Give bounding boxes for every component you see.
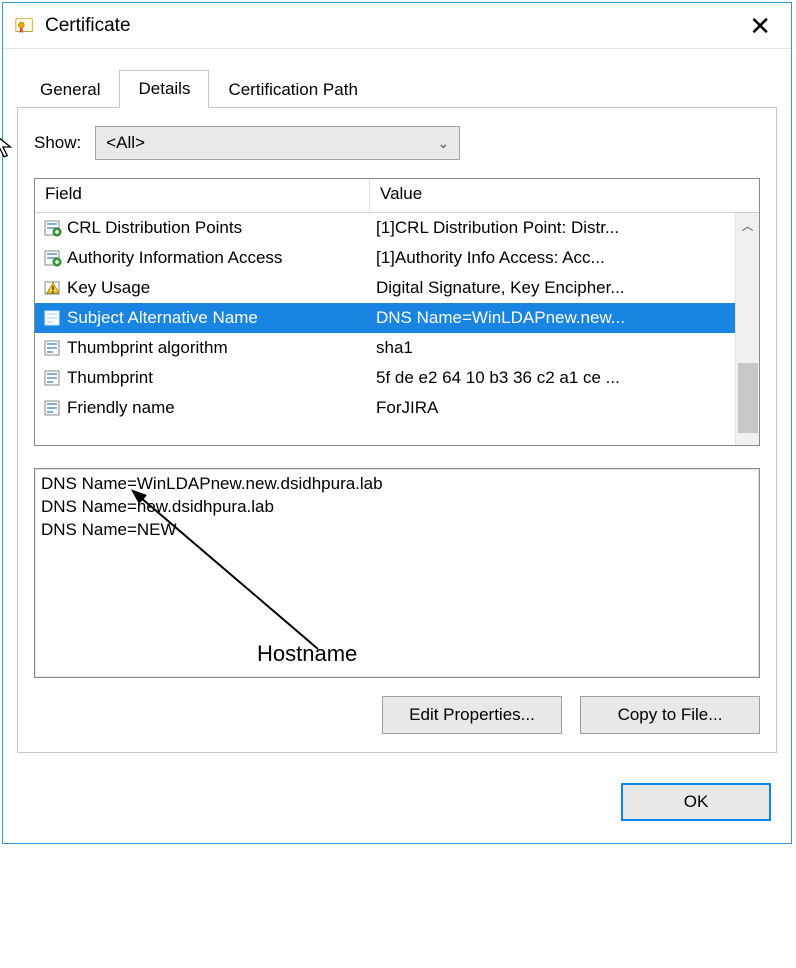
field-name: Thumbprint [67,368,370,388]
field-icon [39,399,67,417]
tab-strip: General Details Certification Path [3,49,791,107]
field-name: Subject Alternative Name [67,308,370,328]
edit-properties-button[interactable]: Edit Properties... [382,696,562,734]
field-value: 5f de e2 64 10 b3 36 c2 a1 ce ... [370,368,735,388]
list-row[interactable]: CRL Distribution Points[1]CRL Distributi… [35,213,759,243]
field-icon [39,369,67,387]
chevron-down-icon: ⌄ [438,135,450,152]
list-row[interactable]: Authority Information Access[1]Authority… [35,243,759,273]
mouse-cursor-icon [0,133,15,161]
field-value: [1]CRL Distribution Point: Distr... [370,218,735,238]
field-icon [39,279,67,297]
tab-general[interactable]: General [21,71,119,108]
tab-certification-path[interactable]: Certification Path [209,71,376,108]
window-title: Certificate [45,15,739,37]
annotation-label: Hostname [257,639,357,669]
column-field[interactable]: Field [35,179,370,212]
close-button[interactable]: ✕ [739,9,781,43]
details-panel: Show: <All> ⌄ Field Value CRL Distributi… [17,107,777,753]
fields-list[interactable]: Field Value CRL Distribution Points[1]CR… [34,178,760,446]
certificate-dialog: Certificate ✕ General Details Certificat… [2,2,792,844]
field-name: Key Usage [67,278,370,298]
show-combobox[interactable]: <All> ⌄ [95,126,460,160]
field-value: DNS Name=WinLDAPnew.new... [370,308,735,328]
show-label: Show: [34,133,81,153]
list-row[interactable]: Key UsageDigital Signature, Key Encipher… [35,273,759,303]
detail-lines: DNS Name=WinLDAPnew.new.dsidhpura.lab DN… [41,473,753,542]
certificate-icon [13,14,37,38]
ok-button[interactable]: OK [621,783,771,821]
tab-details[interactable]: Details [119,70,209,108]
field-name: Thumbprint algorithm [67,338,370,358]
titlebar: Certificate ✕ [3,3,791,49]
scrollbar[interactable]: ︿ ﹀ [735,213,759,445]
list-row[interactable]: Thumbprint5f de e2 64 10 b3 36 c2 a1 ce … [35,363,759,393]
list-header: Field Value [35,179,759,213]
show-value: <All> [106,133,145,153]
field-value: Digital Signature, Key Encipher... [370,278,735,298]
list-row[interactable]: Friendly nameForJIRA [35,393,759,423]
field-icon [39,339,67,357]
detail-text[interactable]: DNS Name=WinLDAPnew.new.dsidhpura.lab DN… [34,468,760,678]
field-icon [39,219,67,237]
field-name: Friendly name [67,398,370,418]
field-icon [39,249,67,267]
copy-to-file-button[interactable]: Copy to File... [580,696,760,734]
scroll-thumb[interactable] [738,363,758,433]
field-name: Authority Information Access [67,248,370,268]
field-value: ForJIRA [370,398,735,418]
list-row[interactable]: Subject Alternative NameDNS Name=WinLDAP… [35,303,759,333]
field-name: CRL Distribution Points [67,218,370,238]
field-icon [39,309,67,327]
list-row[interactable]: Thumbprint algorithmsha1 [35,333,759,363]
field-value: [1]Authority Info Access: Acc... [370,248,735,268]
column-value[interactable]: Value [370,179,759,212]
scroll-up-icon[interactable]: ︿ [736,213,759,237]
field-value: sha1 [370,338,735,358]
